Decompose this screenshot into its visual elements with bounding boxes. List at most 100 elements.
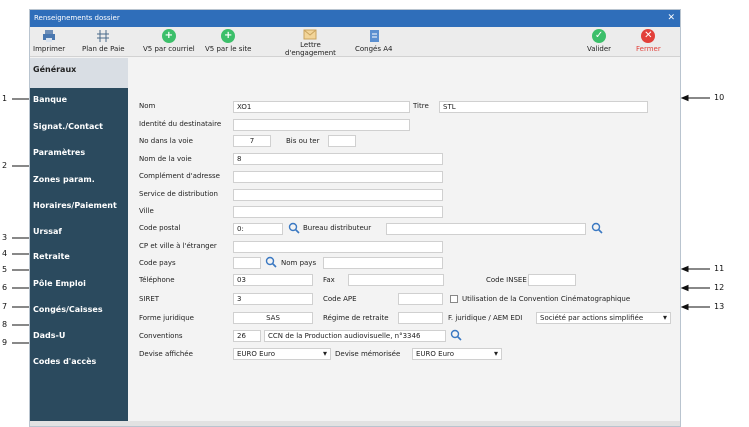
plan-paie-button[interactable]: Plan de Paie [82, 29, 125, 53]
plus-circle-icon: + [161, 29, 176, 43]
code-pays-input[interactable] [233, 257, 261, 269]
valider-button[interactable]: ✓ Valider [587, 29, 611, 53]
callout-7: 7 [2, 302, 8, 311]
v5-mail-button[interactable]: + V5 par courriel [143, 29, 195, 53]
bis-label: Bis ou ter [286, 137, 320, 145]
callout-12: 12 [714, 283, 725, 292]
callout-5: 5 [2, 265, 8, 274]
sidebar-item-conges-caisses[interactable]: Congés/Caisses [33, 305, 103, 314]
title-bar: Renseignements dossier ✕ [30, 10, 680, 27]
search-icon[interactable] [591, 222, 603, 234]
search-icon[interactable] [265, 256, 277, 268]
regime-input[interactable] [398, 312, 443, 324]
titre-label: Titre [413, 102, 429, 110]
form-panel: Nom XO1 Titre STL Identité du destinatai… [128, 58, 680, 423]
valider-label: Valider [587, 45, 612, 53]
identite-input[interactable] [233, 119, 410, 131]
print-label: Imprimer [33, 45, 66, 53]
conventions-code-input[interactable]: 26 [233, 330, 261, 342]
callout-3: 3 [2, 233, 8, 242]
telephone-label: Téléphone [139, 276, 175, 284]
fjuridique-select[interactable]: Société par actions simplifiée [536, 312, 671, 324]
fermer-label: Fermer [636, 45, 661, 53]
ape-label: Code APE [323, 295, 357, 303]
sidebar-item-pole-emploi[interactable]: Pôle Emploi [33, 279, 86, 288]
printer-icon [43, 30, 56, 42]
devise-affichee-select[interactable]: EURO Euro [233, 348, 331, 360]
plan-paie-label: Plan de Paie [82, 45, 125, 53]
forme-input[interactable]: SAS [233, 312, 313, 324]
lettre-engagement-button[interactable]: Lettre d'engagement [285, 27, 336, 57]
search-icon[interactable] [450, 329, 462, 341]
callout-6: 6 [2, 283, 8, 292]
v5-site-button[interactable]: + V5 par le site [205, 29, 251, 53]
sidebar-item-generaux[interactable]: Généraux [30, 58, 128, 88]
sidebar-item-codes-acces[interactable]: Codes d'accès [33, 357, 96, 366]
x-circle-icon: ✕ [641, 29, 656, 43]
callout-10: 10 [714, 93, 725, 102]
cp-etranger-input[interactable] [233, 241, 443, 253]
plus-circle-icon: + [221, 29, 236, 43]
sidebar-item-dads-u[interactable]: Dads-U [33, 331, 65, 340]
complement-input[interactable] [233, 171, 443, 183]
convention-cine-label: Utilisation de la Convention Cinématogra… [462, 295, 631, 303]
insee-label: Code INSEE [486, 276, 527, 284]
nom-voie-input[interactable]: 8 [233, 153, 443, 165]
sidebar-item-retraite[interactable]: Retraite [33, 252, 70, 261]
code-pays-label: Code pays [139, 259, 176, 267]
siret-label: SIRET [139, 295, 160, 303]
sidebar: Généraux Banque Signat./Contact Paramètr… [30, 58, 128, 423]
fax-input[interactable] [348, 274, 444, 286]
no-voie-input[interactable]: 7 [233, 135, 271, 147]
sidebar-item-banque[interactable]: Banque [33, 95, 67, 104]
devise-memorisee-label: Devise mémorisée [335, 350, 401, 358]
ape-input[interactable] [398, 293, 443, 305]
conventions-input[interactable]: CCN de la Production audiovisuelle, n°33… [264, 330, 446, 342]
regime-label: Régime de retraite [323, 314, 389, 322]
identite-label: Identité du destinataire [139, 120, 222, 128]
v5-mail-label: V5 par courriel [143, 45, 195, 53]
window-title: Renseignements dossier [34, 14, 120, 22]
bureau-label: Bureau distributeur [303, 224, 372, 232]
fjuridique-label: F. juridique / AEM EDI [448, 314, 523, 322]
search-icon[interactable] [288, 222, 300, 234]
cp-etranger-label: CP et ville à l'étranger [139, 242, 217, 250]
sidebar-item-signat-contact[interactable]: Signat./Contact [33, 122, 103, 131]
nom-pays-label: Nom pays [281, 259, 317, 267]
nom-input[interactable]: XO1 [233, 101, 410, 113]
callout-9: 9 [2, 338, 8, 347]
document-icon [369, 30, 379, 42]
insee-input[interactable] [528, 274, 576, 286]
bureau-input[interactable] [386, 223, 586, 235]
no-voie-label: No dans la voie [139, 137, 193, 145]
fermer-button[interactable]: ✕ Fermer [636, 29, 661, 53]
bis-input[interactable] [328, 135, 356, 147]
service-input[interactable] [233, 189, 443, 201]
lettre-label-1: Lettre [300, 41, 321, 49]
v5-site-label: V5 par le site [205, 45, 252, 53]
close-icon[interactable]: ✕ [667, 10, 675, 27]
sidebar-item-urssaf[interactable]: Urssaf [33, 227, 62, 236]
siret-input[interactable]: 3 [233, 293, 313, 305]
status-bar [30, 421, 680, 426]
nom-pays-input[interactable] [323, 257, 443, 269]
code-postal-label: Code postal [139, 224, 181, 232]
telephone-input[interactable]: 03 [233, 274, 313, 286]
code-postal-input[interactable]: 0: [233, 223, 283, 235]
sidebar-item-zones-param[interactable]: Zones param. [33, 175, 95, 184]
sidebar-item-horaires-paiement[interactable]: Horaires/Paiement [33, 201, 117, 210]
titre-input[interactable]: STL [439, 101, 648, 113]
fax-label: Fax [323, 276, 335, 284]
nom-label: Nom [139, 102, 156, 110]
convention-cine-checkbox[interactable] [450, 295, 458, 303]
conges-a4-button[interactable]: Congés A4 [355, 29, 392, 53]
sidebar-item-label: Généraux [33, 65, 77, 74]
envelope-icon [303, 29, 317, 40]
callout-8: 8 [2, 320, 8, 329]
dialog-window: Renseignements dossier ✕ Imprimer Plan d… [29, 9, 681, 427]
devise-memorisee-select[interactable]: EURO Euro [412, 348, 502, 360]
sidebar-item-parametres[interactable]: Paramètres [33, 148, 85, 157]
complement-label: Complément d'adresse [139, 172, 220, 180]
print-button[interactable]: Imprimer [33, 29, 65, 53]
ville-input[interactable] [233, 206, 443, 218]
